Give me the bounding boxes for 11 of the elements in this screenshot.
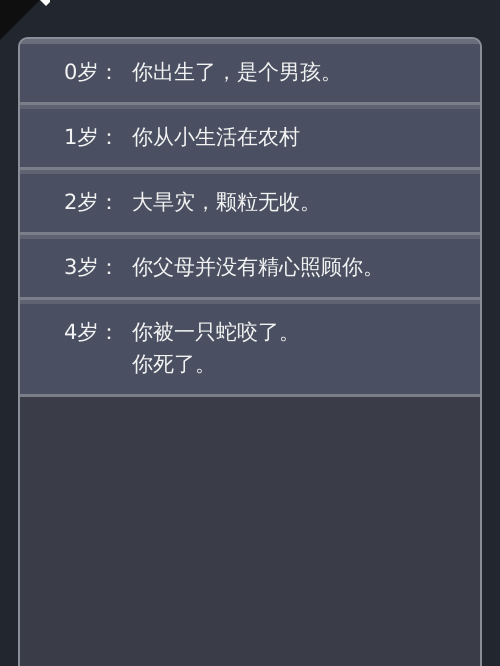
event-text: 你被一只蛇咬了。: [132, 319, 300, 346]
age-label: 3岁：: [64, 254, 120, 281]
event-text: 你从小生活在农村: [132, 124, 300, 151]
age-label: 4岁：: [64, 319, 120, 346]
event-text: 你死了。: [132, 351, 216, 378]
age-label: 1岁：: [64, 124, 120, 151]
age-label: 0岁：: [64, 59, 120, 86]
event-text: 你出生了，是个男孩。: [132, 59, 342, 86]
age-label: 2岁：: [64, 189, 120, 216]
event-text: 大旱灾，颗粒无收。: [132, 189, 321, 216]
event-text: 你父母并没有精心照顾你。: [132, 254, 384, 281]
